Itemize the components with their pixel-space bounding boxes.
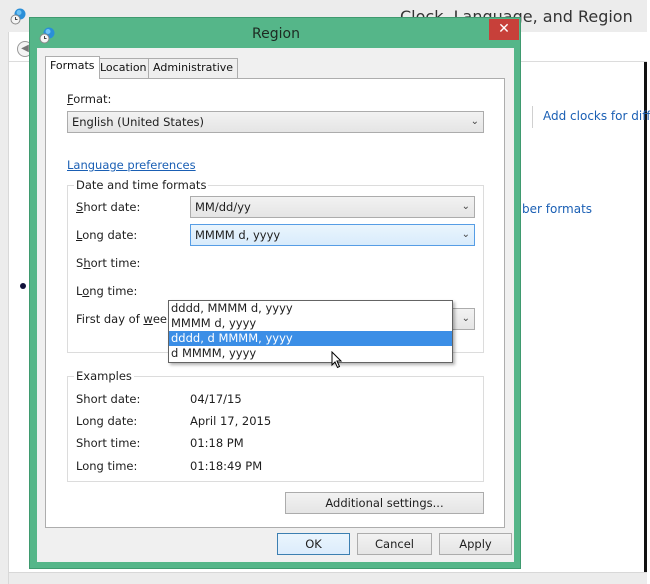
ok-button[interactable]: OK [277, 533, 350, 555]
example-value: April 17, 2015 [190, 414, 272, 428]
additional-settings-label: Additional settings... [325, 496, 444, 510]
long-date-value: MMMM d, yyyy [195, 228, 281, 242]
long-date-dropdown-list: dddd, MMMM d, yyyy MMMM d, yyyy dddd, d … [168, 300, 453, 363]
chevron-down-icon: ⌄ [470, 116, 479, 127]
short-date-value: MM/dd/yy [195, 200, 251, 214]
bullet [20, 283, 26, 289]
example-label: Long date: [76, 414, 138, 428]
short-date-select[interactable]: MM/dd/yy ⌄ [190, 196, 475, 218]
cancel-label: Cancel [375, 537, 414, 551]
chevron-down-icon: ⌄ [461, 201, 470, 212]
number-formats-link[interactable]: ber formats [522, 202, 592, 216]
close-icon: ✕ [498, 21, 510, 37]
background-status-area [9, 572, 647, 584]
format-select[interactable]: English (United States) ⌄ [67, 111, 484, 133]
dropdown-option[interactable]: d MMMM, yyyy [169, 346, 452, 361]
formats-tab-page: Format: English (United States) ⌄ Langua… [45, 78, 505, 528]
example-value: 01:18 PM [190, 436, 244, 450]
example-label: Short date: [76, 392, 141, 406]
first-day-of-week-label: First day of week: [76, 312, 178, 326]
dropdown-option[interactable]: dddd, MMMM d, yyyy [169, 301, 452, 316]
additional-settings-button[interactable]: Additional settings... [285, 492, 484, 514]
add-clocks-link[interactable]: Add clocks for differ [543, 109, 650, 123]
group-title: Date and time formats [74, 178, 209, 192]
format-label-text: ormat: [73, 92, 112, 106]
language-preferences-link[interactable]: Language preferences [67, 158, 196, 172]
long-date-select[interactable]: MMMM d, yyyy ⌄ [190, 224, 475, 246]
long-time-label: Long time: [76, 284, 138, 298]
group-title: Examples [74, 369, 134, 383]
format-label: Format: [67, 92, 112, 106]
format-select-value: English (United States) [72, 115, 205, 129]
back-arrow-icon: ◀ [21, 43, 29, 54]
cancel-button[interactable]: Cancel [357, 533, 432, 555]
example-value: 01:18:49 PM [190, 459, 263, 473]
apply-button[interactable]: Apply [439, 533, 512, 555]
tab-location[interactable]: Location [95, 58, 152, 78]
tab-formats[interactable]: Formats [45, 56, 100, 79]
tab-administrative[interactable]: Administrative [148, 58, 239, 78]
ok-label: OK [305, 537, 322, 551]
region-dialog: Region ✕ Formats Location Administrative… [29, 17, 521, 569]
dialog-title: Region [252, 26, 300, 42]
example-label: Long time: [76, 459, 138, 473]
example-label: Short time: [76, 436, 141, 450]
short-date-label: Short date: [76, 200, 141, 214]
chevron-down-icon: ⌄ [461, 229, 470, 240]
chevron-down-icon: ⌄ [461, 313, 470, 324]
mouse-cursor-icon [331, 351, 343, 369]
dropdown-option[interactable]: MMMM d, yyyy [169, 316, 452, 331]
long-date-label: Long date: [76, 228, 138, 242]
dropdown-option-highlighted[interactable]: dddd, d MMMM, yyyy [169, 331, 452, 346]
example-value: 04/17/15 [190, 392, 242, 406]
close-button[interactable]: ✕ [489, 19, 519, 40]
separator [532, 106, 533, 128]
short-time-label: Short time: [76, 256, 141, 270]
background-frame [0, 32, 9, 584]
globe-clock-icon [10, 8, 26, 25]
dialog-client-area: Formats Location Administrative Format: … [37, 48, 514, 562]
apply-label: Apply [459, 537, 492, 551]
